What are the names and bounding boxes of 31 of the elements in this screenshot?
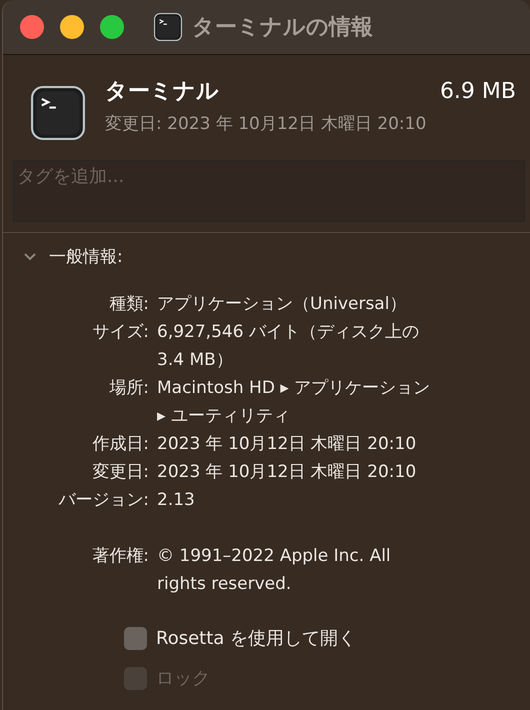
checkbox[interactable]	[124, 626, 147, 650]
zoom-button[interactable]	[100, 15, 124, 39]
field-value: アプリケーション（Universal）	[157, 293, 408, 316]
tags-field[interactable]: タグを追加...	[13, 160, 525, 222]
file-size: 6.9 MB	[440, 79, 516, 104]
close-button[interactable]	[20, 15, 44, 39]
minimize-button[interactable]	[60, 15, 84, 39]
field-label: 場所:	[108, 377, 149, 400]
field-value: ▸ ユーティリティ	[157, 405, 291, 428]
checkbox-label: ロック	[156, 667, 210, 690]
field-value: rights reserved.	[157, 573, 292, 596]
field-value: 2023 年 10月12日 木曜日 20:10	[157, 433, 418, 456]
terminal-icon	[31, 86, 85, 140]
field-label: 種類:	[108, 293, 149, 316]
field-value: 2.13	[157, 489, 196, 512]
field-value: 2023 年 10月12日 木曜日 20:10	[157, 461, 418, 484]
field-value: © 1991–2022 Apple Inc. All	[157, 545, 392, 568]
field-label: サイズ:	[91, 321, 149, 344]
field-value: 6,927,546 バイト（ディスク上の	[157, 321, 420, 344]
field-label: 作成日:	[91, 433, 149, 456]
window-title: ターミナルの情報	[192, 14, 373, 42]
field-value: Macintosh HD ▸ アプリケーション	[157, 377, 432, 400]
app-name: ターミナル	[105, 78, 219, 106]
field-value: 3.4 MB）	[157, 349, 234, 372]
checkbox-label: Rosetta を使用して開く	[156, 627, 356, 650]
field-label: 著作権:	[91, 545, 149, 568]
field-label: 変更日:	[91, 461, 149, 484]
field-label: バージョン:	[57, 489, 149, 512]
terminal-icon	[154, 13, 182, 41]
section-title[interactable]: 一般情報:	[49, 245, 123, 268]
modified-date: 変更日: 2023 年 10月12日 木曜日 20:10	[105, 113, 428, 135]
